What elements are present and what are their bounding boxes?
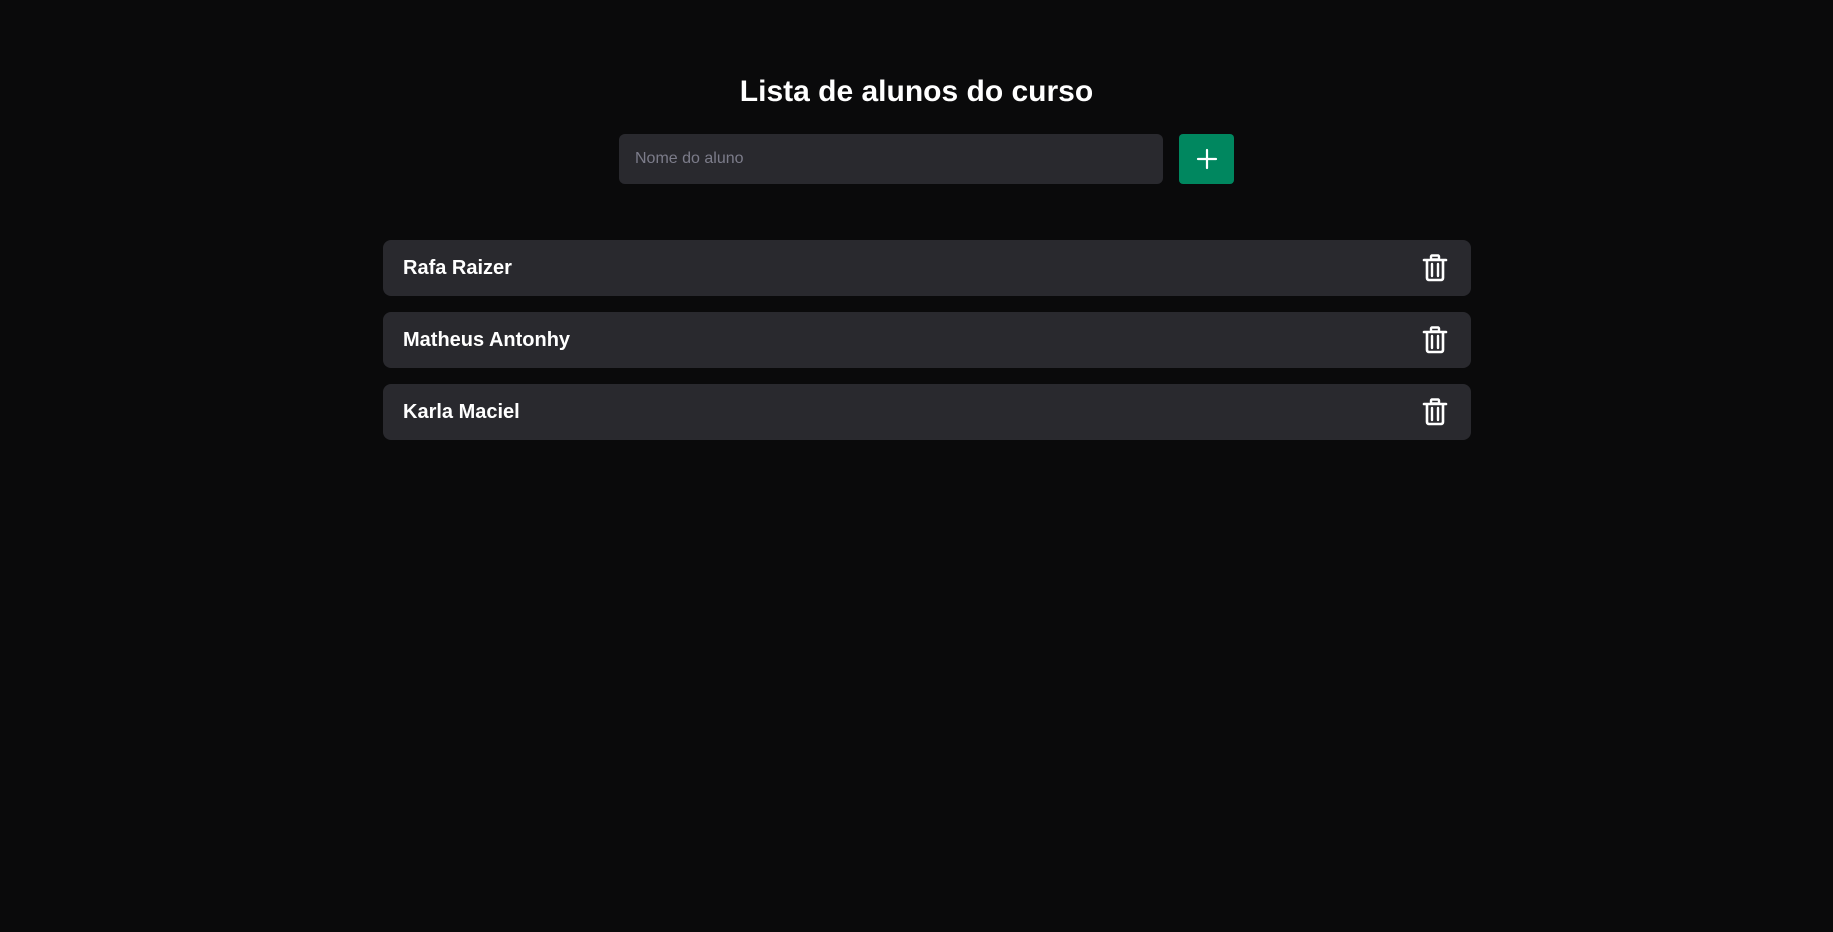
trash-icon bbox=[1422, 398, 1448, 426]
trash-icon bbox=[1422, 254, 1448, 282]
page-title: Lista de alunos do curso bbox=[739, 75, 1094, 108]
delete-student-button[interactable] bbox=[1419, 396, 1451, 428]
student-list: Rafa Raizer Matheus Antonhy Karla Maciel bbox=[383, 240, 1471, 456]
page: Lista de alunos do curso Rafa Raizer bbox=[0, 0, 1833, 932]
student-name: Karla Maciel bbox=[403, 401, 520, 423]
student-name: Matheus Antonhy bbox=[403, 329, 571, 351]
trash-icon bbox=[1422, 326, 1448, 354]
add-student-form bbox=[619, 134, 1234, 184]
list-item: Rafa Raizer bbox=[383, 240, 1471, 296]
delete-student-button[interactable] bbox=[1419, 324, 1451, 356]
list-item: Matheus Antonhy bbox=[383, 312, 1471, 368]
add-student-button[interactable] bbox=[1179, 134, 1234, 184]
list-item: Karla Maciel bbox=[383, 384, 1471, 440]
student-name: Rafa Raizer bbox=[403, 257, 512, 279]
plus-icon bbox=[1195, 147, 1219, 171]
student-name-input[interactable] bbox=[619, 134, 1163, 184]
delete-student-button[interactable] bbox=[1419, 252, 1451, 284]
